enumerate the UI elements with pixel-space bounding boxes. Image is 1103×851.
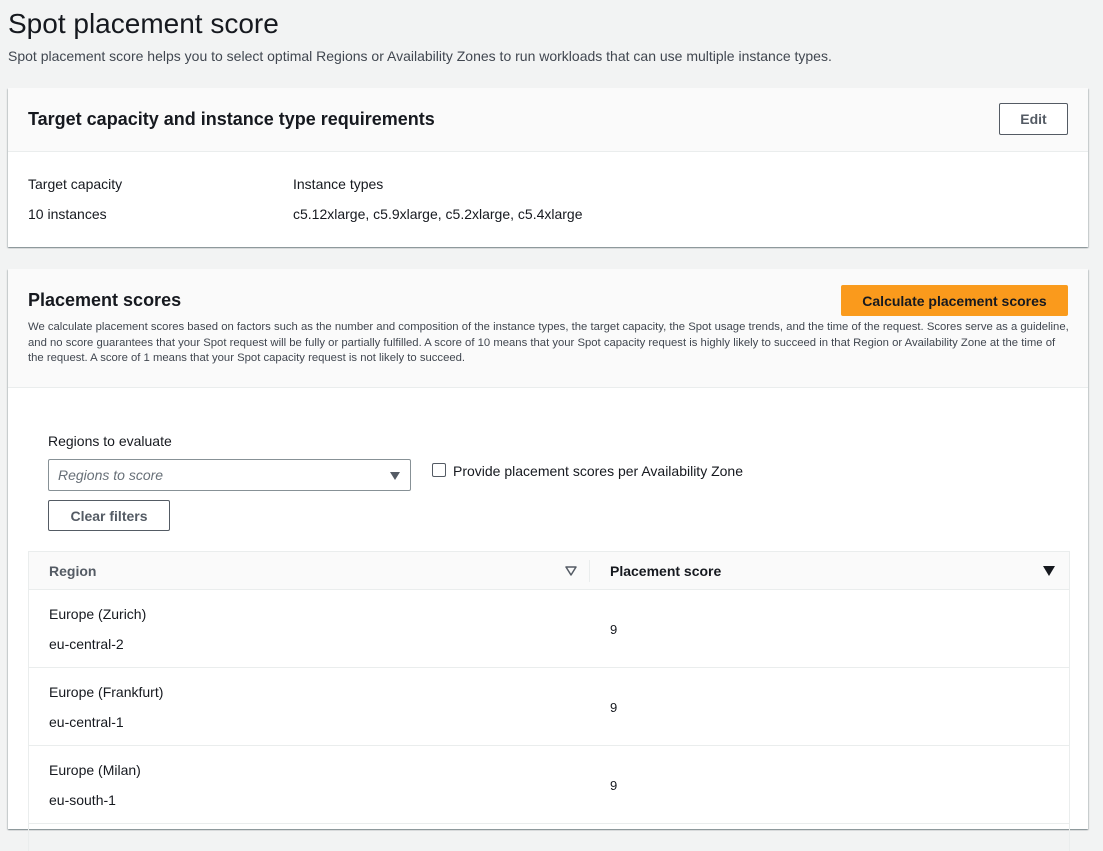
clear-filters-button[interactable]: Clear filters — [48, 500, 170, 531]
az-scores-checkbox-label[interactable]: Provide placement scores per Availabilit… — [453, 460, 743, 482]
placement-score-value: 9 — [610, 700, 618, 715]
instance-types-label: Instance types — [293, 176, 384, 192]
region-code: eu-central-1 — [49, 714, 124, 730]
region-code: eu-central-2 — [49, 636, 124, 652]
sort-descending-icon[interactable] — [1043, 566, 1055, 576]
caret-down-icon — [390, 472, 400, 480]
region-code: eu-south-1 — [49, 792, 116, 808]
table-row: Europe (Frankfurt) eu-central-1 9 — [29, 668, 1069, 746]
table-header: Region Placement score — [29, 551, 1069, 590]
placement-scores-panel: Placement scores Calculate placement sco… — [8, 269, 1088, 851]
column-header-placement-score[interactable]: Placement score — [610, 562, 721, 580]
target-capacity-value: 10 instances — [28, 206, 107, 222]
regions-select-placeholder: Regions to score — [58, 467, 164, 483]
placement-score-value: 9 — [610, 622, 618, 637]
target-capacity-label: Target capacity — [28, 176, 123, 192]
region-name: Europe (Frankfurt) — [49, 684, 164, 700]
instance-types-value: c5.12xlarge, c5.9xlarge, c5.2xlarge, c5.… — [293, 206, 583, 222]
requirements-panel: Target capacity and instance type requir… — [8, 88, 1088, 247]
placement-score-value: 9 — [610, 778, 618, 793]
placement-scores-description: We calculate placement scores based on f… — [28, 321, 1069, 364]
sort-outline-icon[interactable] — [565, 566, 577, 576]
regions-select[interactable]: Regions to score — [48, 459, 411, 491]
regions-to-evaluate-label: Regions to evaluate — [48, 433, 172, 449]
requirements-title: Target capacity and instance type requir… — [28, 109, 435, 129]
placement-scores-header: Placement scores Calculate placement sco… — [8, 269, 1088, 388]
page-description: Spot placement score helps you to select… — [8, 48, 832, 64]
placement-scores-title: Placement scores — [28, 290, 182, 310]
placement-scores-table: Region Placement score Europe (Zurich) e… — [28, 551, 1070, 851]
az-scores-checkbox[interactable] — [432, 463, 446, 477]
page-title: Spot placement score — [8, 8, 279, 39]
requirements-header: Target capacity and instance type requir… — [8, 88, 1088, 152]
table-row: Europe (Zurich) eu-central-2 9 — [29, 590, 1069, 668]
column-header-region[interactable]: Region — [49, 562, 96, 580]
region-name: Europe (Zurich) — [49, 606, 147, 622]
edit-button[interactable]: Edit — [999, 103, 1068, 135]
column-divider[interactable] — [589, 560, 590, 582]
calculate-placement-scores-button[interactable]: Calculate placement scores — [841, 285, 1068, 316]
region-name: Europe (Milan) — [49, 762, 141, 778]
table-row: Europe (Milan) eu-south-1 9 — [29, 746, 1069, 824]
